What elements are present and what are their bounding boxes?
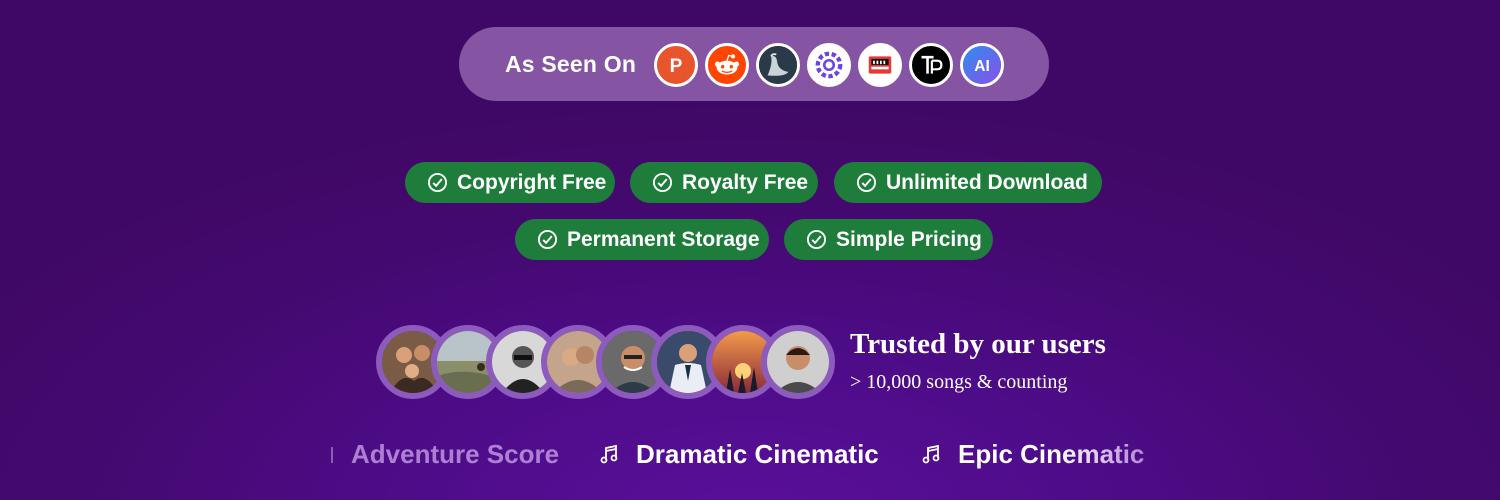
check-circle-icon [427, 172, 448, 193]
ai-icon[interactable]: AI [960, 43, 1004, 87]
marketplace-icon[interactable] [858, 43, 902, 87]
check-circle-icon [856, 172, 877, 193]
check-circle-icon [537, 229, 558, 250]
reddit-icon[interactable] [705, 43, 749, 87]
genre-item[interactable]: Adventure Score [351, 439, 559, 470]
user-avatars [376, 325, 835, 400]
feature-label: Permanent Storage [567, 227, 760, 251]
genre-label: Epic Cinematic [958, 439, 1145, 469]
ticker-divider [331, 447, 333, 463]
as-seen-on-bar: As Seen On P AI [459, 27, 1049, 101]
genre-item[interactable]: Dramatic Cinematic [598, 439, 879, 470]
genre-label: Adventure Score [351, 439, 560, 469]
genre-label: Dramatic Cinematic [636, 439, 879, 469]
svg-text:AI: AI [974, 58, 990, 75]
music-note-icon [920, 444, 942, 466]
avatar [761, 325, 835, 399]
check-circle-icon [652, 172, 673, 193]
swan-icon[interactable] [756, 43, 800, 87]
feature-label: Copyright Free [457, 170, 607, 194]
svg-text:P: P [670, 56, 683, 77]
feature-badge-copyright-free: Copyright Free [405, 162, 615, 203]
feature-badge-permanent-storage: Permanent Storage [515, 219, 769, 260]
feature-label: Simple Pricing [836, 227, 982, 251]
producthunt-icon[interactable]: P [654, 43, 698, 87]
feature-badge-simple-pricing: Simple Pricing [784, 219, 993, 260]
as-seen-on-label: As Seen On [505, 51, 637, 77]
check-circle-icon [806, 229, 827, 250]
trusted-title: Trusted by our users [850, 328, 1106, 360]
feature-label: Royalty Free [682, 170, 809, 194]
tp-icon[interactable] [909, 43, 953, 87]
trusted-subtitle: > 10,000 songs & counting [850, 371, 1068, 393]
feature-badge-unlimited-download: Unlimited Download [834, 162, 1102, 203]
feature-label: Unlimited Download [886, 170, 1088, 194]
music-note-icon [598, 444, 620, 466]
flower-icon[interactable] [807, 43, 851, 87]
feature-badge-royalty-free: Royalty Free [630, 162, 818, 203]
genre-item[interactable]: Epic Cinematic [920, 439, 1144, 470]
